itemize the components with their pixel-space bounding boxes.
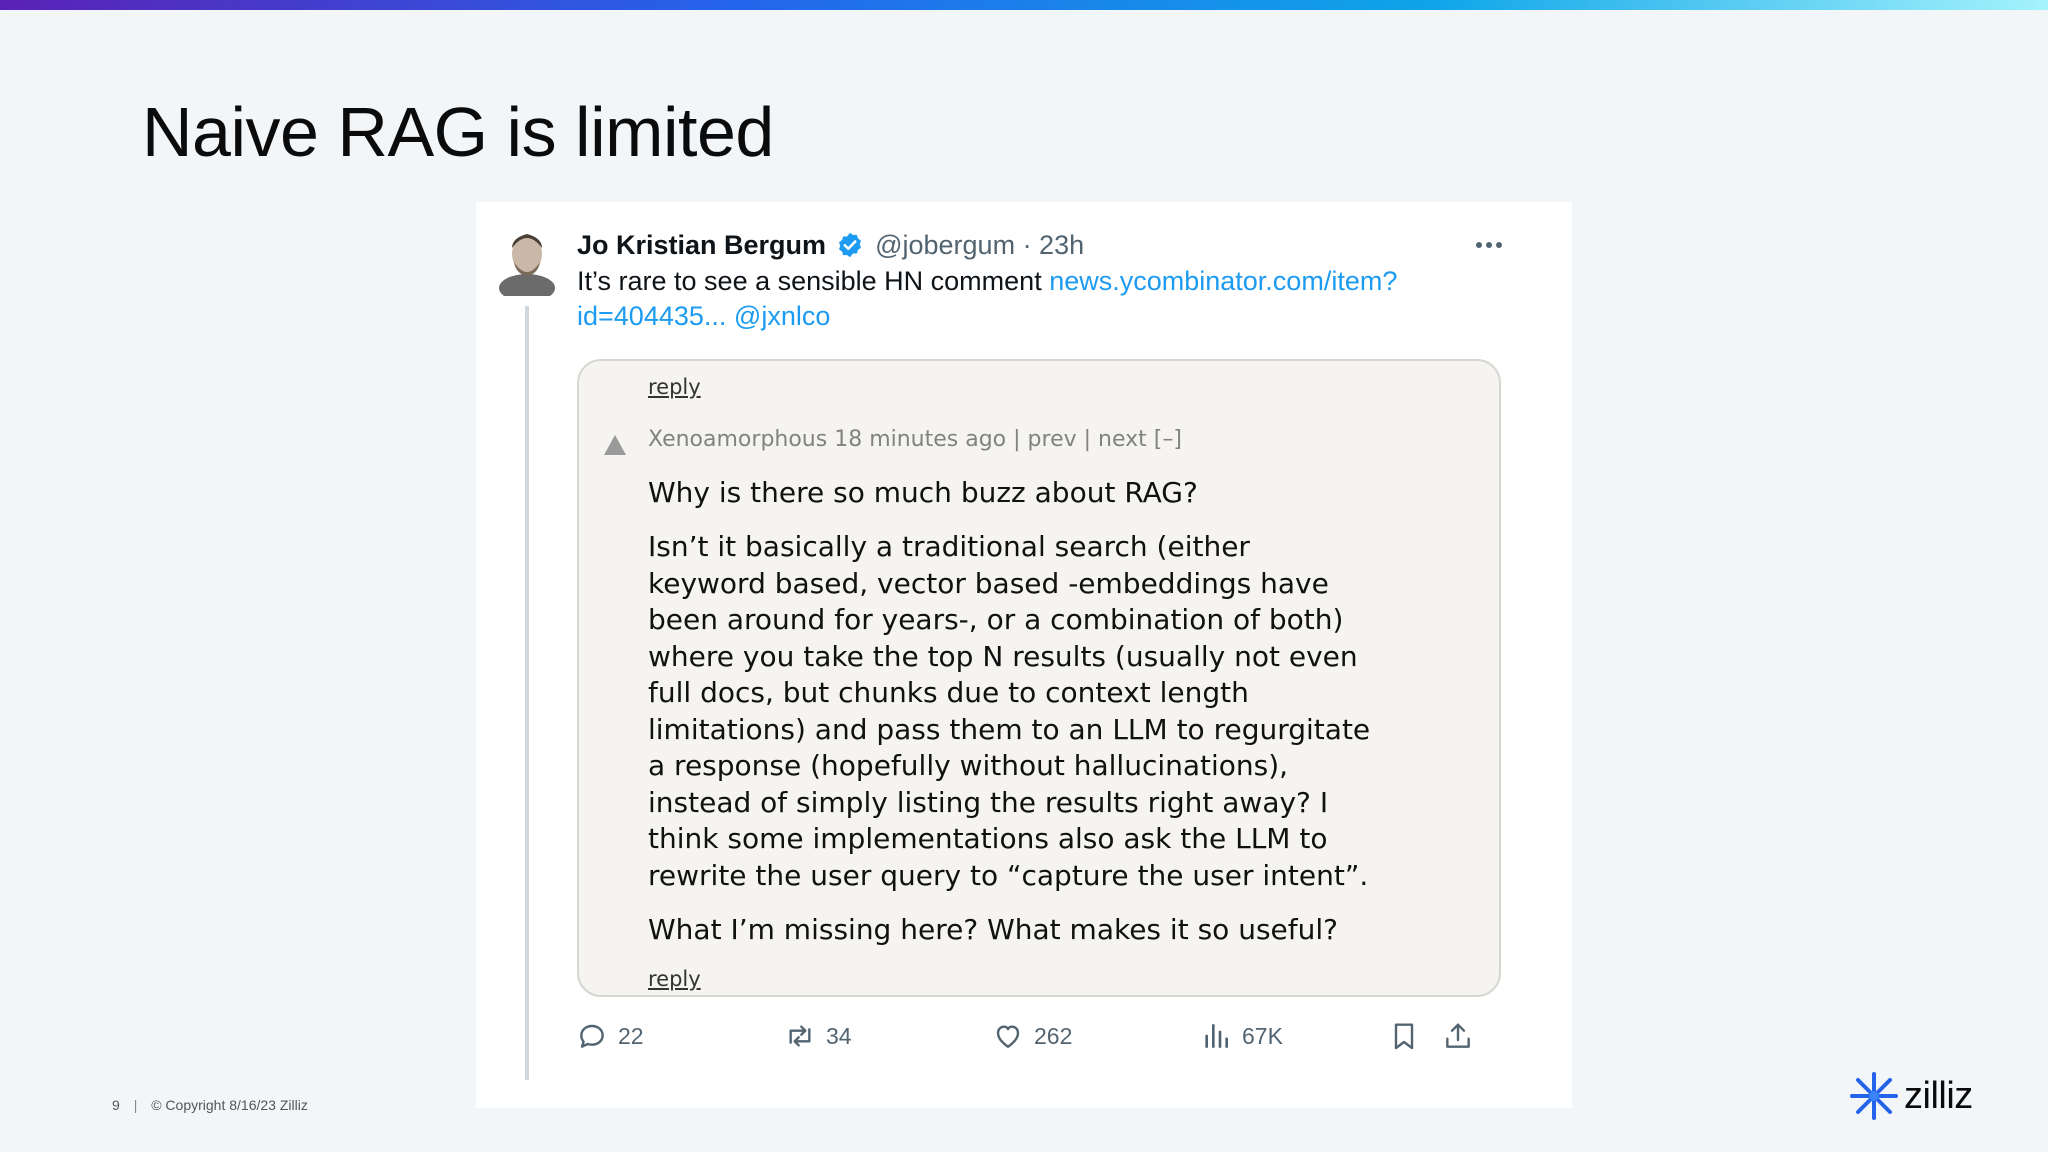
zilliz-logo: zilliz: [1848, 1068, 1978, 1124]
hn-body-line: keyword based, vector based -embeddings …: [648, 566, 1329, 600]
hn-link-line2[interactable]: id=404435...: [577, 301, 726, 331]
hn-body-line: where you take the top N results (usuall…: [648, 639, 1358, 673]
tweet-actions: 22 34 262 67K: [576, 1020, 1516, 1060]
hn-body-line: think some implementations also ask the …: [648, 822, 1328, 855]
hn-reply-link-bottom: reply: [648, 967, 701, 991]
verified-badge-icon: [838, 232, 861, 258]
hn-reply-link-top: reply: [648, 375, 701, 399]
retweet-button[interactable]: 34: [784, 1020, 852, 1052]
slide-title: Naive RAG is limited: [142, 93, 774, 171]
avatar[interactable]: [498, 226, 556, 296]
mention-link[interactable]: @jxnlco: [734, 301, 830, 331]
hn-body-line: a response (hopefully without hallucinat…: [648, 749, 1289, 782]
view-count: 67K: [1242, 1022, 1283, 1049]
like-count: 262: [1034, 1022, 1073, 1049]
reply-count: 22: [618, 1022, 644, 1049]
hn-body-line: been around for years-, or a combination…: [648, 603, 1344, 636]
retweet-count: 34: [826, 1022, 852, 1049]
tweet-card: Jo Kristian Bergum @jobergum · 23h It’s …: [476, 202, 1572, 1108]
retweet-icon: [789, 1025, 811, 1047]
hn-question: Why is there so much buzz about RAG?: [648, 476, 1198, 509]
views-icon: [1205, 1023, 1228, 1048]
hn-link-line1[interactable]: news.ycombinator.com/item?: [1049, 266, 1397, 296]
more-options-icon[interactable]: [1471, 230, 1507, 260]
upvote-triangle-icon: [604, 435, 626, 455]
top-gradient-bar: [0, 0, 2048, 10]
hn-body-line: rewrite the user query to “capture the u…: [648, 858, 1369, 892]
hn-closing: What I’m missing here? What makes it so …: [648, 913, 1339, 946]
reply-icon: [580, 1024, 604, 1048]
page-number: 9: [112, 1097, 120, 1113]
hn-body-line: Isn’t it basically a traditional search …: [648, 530, 1250, 563]
footer-separator: |: [133, 1097, 138, 1113]
bookmark-icon: [1394, 1023, 1414, 1050]
share-button[interactable]: [1442, 1020, 1474, 1052]
author-name[interactable]: Jo Kristian Bergum: [577, 230, 826, 260]
views-button[interactable]: 67K: [1200, 1020, 1283, 1052]
hn-body-paragraph: Isn’t it basically a traditional search …: [648, 529, 1448, 894]
like-icon: [996, 1025, 1020, 1048]
handle-and-time[interactable]: @jobergum · 23h: [875, 230, 1084, 260]
hn-body-line: instead of simply listing the results ri…: [648, 785, 1329, 819]
like-button[interactable]: 262: [992, 1020, 1072, 1052]
slide-footer: 9 | © Copyright 8/16/23 Zilliz: [112, 1097, 308, 1113]
bookmark-button[interactable]: [1388, 1020, 1420, 1052]
thread-line: [525, 306, 529, 1080]
tweet-body: It’s rare to see a sensible HN comment: [577, 266, 1050, 296]
share-icon: [1446, 1023, 1470, 1048]
zilliz-star-icon: [1850, 1072, 1898, 1120]
hn-comment-meta: Xenoamorphous 18 minutes ago | prev | ne…: [648, 427, 1182, 452]
hn-body-line: full docs, but chunks due to context len…: [648, 676, 1249, 709]
hn-body-line: limitations) and pass them to an LLM to …: [648, 712, 1371, 746]
embedded-hn-screenshot[interactable]: reply Xenoamorphous 18 minutes ago | pre…: [577, 359, 1501, 997]
tweet-header: Jo Kristian Bergum @jobergum · 23h: [577, 226, 1084, 264]
tweet-text: It’s rare to see a sensible HN comment n…: [577, 264, 1477, 334]
reply-button[interactable]: 22: [576, 1020, 644, 1052]
copyright-text: © Copyright 8/16/23 Zilliz: [151, 1097, 308, 1113]
logo-text: zilliz: [1904, 1074, 1973, 1117]
